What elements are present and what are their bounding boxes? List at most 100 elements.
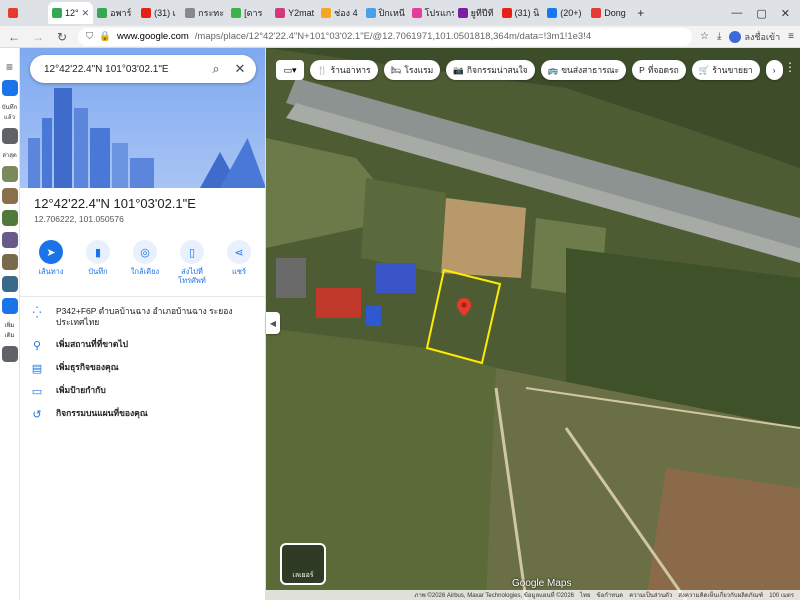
footer-link[interactable]: ความเป็นส่วนตัว	[629, 590, 672, 600]
info-text: เพิ่มธุรกิจของคุณ	[56, 361, 119, 372]
action-nearby[interactable]: ◎ ใกล้เคียง	[124, 240, 166, 285]
rail-item[interactable]	[2, 346, 18, 362]
rail-item[interactable]	[2, 276, 18, 292]
info-text: เพิ่มป้ายกำกับ	[56, 384, 106, 395]
maximize-button[interactable]: ▢	[756, 7, 766, 20]
browser-tab[interactable]: (31) เ	[137, 2, 181, 24]
close-window-button[interactable]: ✕	[781, 7, 790, 20]
action-bookmark[interactable]: ▮ บันทึก	[77, 240, 119, 285]
tab-label: 12°	[65, 8, 79, 18]
browser-tab[interactable]	[4, 2, 48, 24]
tab-label: Dong	[604, 8, 626, 18]
browser-tab[interactable]: กระทะ	[181, 2, 227, 24]
tab-label: กระทะ	[198, 8, 225, 18]
action-label: เส้นทาง	[38, 267, 64, 276]
tab-favicon-icon	[321, 8, 332, 18]
reload-icon[interactable]: ↻	[54, 30, 70, 44]
action-share[interactable]: ⋖ แชร์	[218, 240, 260, 285]
apps-grid-icon[interactable]: ⋮⋮	[772, 60, 796, 74]
browser-tab[interactable]: โปรแกร	[408, 2, 454, 24]
category-chips: ▭▾ 🍴 ร้านอาหาร 🛏 โรงแรม 📷 กิจกรรมน่าสนใจ 🚌 ขนส่…	[276, 60, 783, 80]
forward-icon[interactable]: →	[30, 30, 46, 44]
browser-tab[interactable]: ปิกเหนี	[362, 2, 408, 24]
rail-item-label: ล่าสุด	[2, 153, 17, 159]
satellite-map[interactable]: ▭▾ 🍴 ร้านอาหาร 🛏 โรงแรม 📷 กิจกรรมน่าสนใจ 🚌 ขนส่…	[266, 48, 800, 600]
add-place-icon: ⚲	[32, 339, 42, 352]
history-icon: ↺	[32, 408, 42, 421]
category-chip[interactable]: P ที่จอดรถ	[632, 60, 686, 80]
new-tab-button[interactable]: +	[631, 6, 650, 20]
rail-item[interactable]	[2, 188, 18, 204]
rail-item[interactable]	[2, 128, 18, 144]
menu-icon[interactable]: ≡	[788, 31, 794, 42]
map-footer: ภาพ ©2026 Airbus, Maxar Technologies, ข้…	[266, 590, 800, 600]
minimize-button[interactable]: —	[731, 7, 742, 20]
chip-label: กิจกรรมน่าสนใจ	[466, 65, 528, 75]
maps-left-rail: ≡ บันทึกแล้ว ล่าสุด เพิ่มเติม	[0, 48, 20, 600]
tab-favicon-icon	[591, 8, 602, 18]
tab-favicon-icon	[547, 8, 558, 18]
category-chip[interactable]: 🛒 ร้านขายยา	[691, 60, 760, 80]
save-page-icon[interactable]: ⤓	[717, 31, 721, 42]
browser-tab[interactable]: ยูทีปีที	[454, 2, 498, 24]
browser-tab[interactable]: ช่อง 4	[317, 2, 361, 24]
location-pin-icon	[457, 298, 471, 316]
rail-item[interactable]	[2, 210, 18, 226]
hamburger-menu-icon[interactable]: ≡	[0, 60, 19, 74]
action-label: บันทึก	[88, 267, 108, 276]
footer-link: 100 เมตร	[769, 593, 794, 599]
tab-favicon-icon	[52, 8, 62, 18]
url-field[interactable]: ⛉ 🔒 www.google.com/maps/place/12°42'22.4…	[78, 27, 693, 46]
search-box[interactable]: ⌕ ✕	[30, 55, 256, 83]
rail-item[interactable]	[2, 166, 18, 182]
info-row[interactable]: ▤ เพิ่มธุรกิจของคุณ	[30, 362, 260, 375]
footer-link[interactable]: ส่งความคิดเห็นเกี่ยวกับผลิตภัณฑ์	[678, 590, 763, 600]
map-type-toggle[interactable]: ▭▾	[276, 60, 304, 80]
footer-link[interactable]: ข้อกำหนด	[597, 590, 624, 600]
rail-item[interactable]	[2, 298, 18, 314]
layers-button[interactable]: เลเยอร์	[280, 543, 326, 585]
signin-button[interactable]: ลงชื่อเข้า	[729, 30, 780, 44]
layers-label: เลเยอร์	[292, 572, 314, 579]
browser-tab[interactable]: Y2mat	[271, 2, 317, 24]
search-icon[interactable]: ⌕	[208, 61, 224, 77]
action-phone[interactable]: ▯ ส่งไปที่โทรศัพท์	[171, 240, 213, 285]
tab-favicon-icon	[8, 8, 18, 18]
tab-label: Y2mat	[288, 8, 315, 18]
info-text: เพิ่มสถานที่ที่ขาดไป	[56, 338, 129, 349]
category-chip[interactable]: 🍴 ร้านอาหาร	[310, 60, 378, 80]
browser-tab[interactable]: (20+)	[543, 2, 587, 24]
browser-tab[interactable]: [ดาร	[227, 2, 271, 24]
browser-tab[interactable]: อพาร์	[93, 2, 137, 24]
category-chip[interactable]: 📷 กิจกรรมน่าสนใจ	[446, 60, 535, 80]
label-icon: ▭	[31, 385, 43, 398]
action-label: ใกล้เคียง	[130, 267, 160, 276]
info-row[interactable]: ↺ กิจกรรมบนแผนที่ของคุณ	[30, 408, 260, 421]
category-chip[interactable]: 🚌 ขนส่งสาธารณะ	[540, 60, 627, 80]
tab-favicon-icon	[457, 8, 468, 18]
rail-item[interactable]	[2, 232, 18, 248]
star-icon[interactable]: ☆	[700, 31, 709, 42]
close-tab-icon[interactable]: ✕	[82, 8, 90, 19]
lock-icon: 🔒	[99, 31, 111, 42]
back-icon[interactable]: ←	[6, 30, 22, 44]
chip-icon: 🛒	[698, 64, 710, 75]
browser-tab-bar: 12° ✕ อพาร์ (31) เกระทะ [ดาร Y2mat ช่อง 4 ปิกเห…	[0, 0, 800, 26]
info-row[interactable]: ⚲ เพิ่มสถานที่ที่ขาดไป	[30, 339, 260, 352]
hero-illustration: ⌕ ✕	[20, 48, 265, 188]
action-label: แชร์	[232, 267, 246, 276]
rail-item[interactable]	[2, 254, 18, 270]
browser-tab[interactable]: Dong	[587, 2, 631, 24]
browser-tab[interactable]: (31) นิ	[498, 2, 544, 24]
info-row[interactable]: ▭ เพิ่มป้ายกำกับ	[30, 385, 260, 398]
footer-link[interactable]: ไทย	[580, 590, 591, 600]
browser-tab[interactable]: 12° ✕	[48, 2, 94, 24]
close-icon[interactable]: ✕	[232, 61, 248, 77]
collapse-panel-button[interactable]: ◀	[266, 312, 280, 334]
action-directions[interactable]: ➤ เส้นทาง	[30, 240, 72, 285]
rail-item[interactable]	[2, 80, 18, 96]
tab-label: อพาร์	[110, 8, 132, 18]
search-input[interactable]	[44, 63, 200, 75]
bookmark-icon: ▮	[86, 240, 110, 264]
category-chip[interactable]: 🛏 โรงแรม	[383, 60, 441, 80]
